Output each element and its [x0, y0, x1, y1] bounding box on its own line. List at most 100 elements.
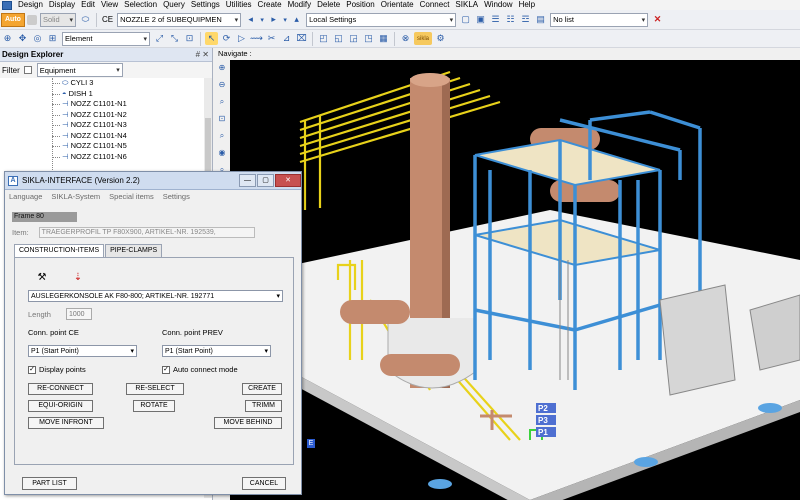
walk-icon[interactable]: ⟿	[250, 32, 263, 45]
view-iso1-icon[interactable]: ◰	[317, 32, 330, 45]
tree-item-nozzle[interactable]: ⊣ NOZZ C1101-N1	[0, 99, 206, 110]
current-element-select[interactable]: NOZZLE 2 of SUBEQUIPMEN ▾	[117, 12, 242, 27]
length-field[interactable]: 1000	[66, 308, 92, 320]
list-icon[interactable]: ☰	[489, 13, 502, 26]
snap-icon[interactable]: ⊞	[46, 32, 59, 45]
save-icon[interactable]: ▣	[474, 13, 487, 26]
menu-design[interactable]: Design	[15, 0, 46, 10]
menu-utilities[interactable]: Utilities	[223, 0, 255, 10]
menu-delete[interactable]: Delete	[314, 0, 343, 10]
view-iso2-icon[interactable]: ◱	[332, 32, 345, 45]
menu-modify[interactable]: Modify	[285, 0, 315, 10]
color-swatch-icon[interactable]	[26, 14, 37, 25]
zoom-fit-icon[interactable]: ⤢	[153, 32, 166, 45]
tree-item-nozzle[interactable]: ⊣ NOZZ C1101-N2	[0, 110, 206, 121]
eye-icon[interactable]: ◉	[216, 148, 228, 160]
menu-settings[interactable]: Settings	[188, 0, 223, 10]
reconnect-button[interactable]: RE-CONNECT	[28, 383, 93, 395]
focus-icon[interactable]: ◎	[31, 32, 44, 45]
menu-sikla-system[interactable]: SIKLA-System	[51, 192, 100, 201]
menu-display[interactable]: Display	[46, 0, 78, 10]
settings-select[interactable]: Local Settings ▾	[306, 12, 457, 27]
zoom-icon[interactable]: ⤡	[168, 32, 181, 45]
list-select[interactable]: No list ▾	[550, 12, 649, 27]
rotate-view-icon[interactable]: ⟳	[220, 32, 233, 45]
maximize-button[interactable]: ▢	[257, 174, 274, 187]
zoom-out-icon[interactable]: ⊖	[216, 80, 228, 92]
tab-construction-items[interactable]: CONSTRUCTION-ITEMS	[14, 244, 105, 257]
list-icon[interactable]: ▤	[534, 13, 547, 26]
minimize-button[interactable]: —	[239, 174, 256, 187]
reselect-button[interactable]: RE-SELECT	[126, 383, 184, 395]
menu-orientate[interactable]: Orientate	[378, 0, 417, 10]
menu-help[interactable]: Help	[516, 0, 538, 10]
menu-connect[interactable]: Connect	[417, 0, 453, 10]
construction-item-select[interactable]: AUSLEGERKONSOLE AK F80-800; ARTIKEL-NR. …	[28, 290, 283, 302]
menu-language[interactable]: Language	[9, 192, 42, 201]
tree-item-dish[interactable]: ◓ DISH 1	[0, 89, 206, 100]
limits-icon[interactable]: ⊡	[183, 32, 196, 45]
forward-arrow-icon[interactable]: ▸	[267, 13, 280, 26]
view-iso3-icon[interactable]: ◲	[347, 32, 360, 45]
menu-position[interactable]: Position	[343, 0, 377, 10]
menu-sikla[interactable]: SIKLA	[452, 0, 481, 10]
create-button[interactable]: CREATE	[242, 383, 282, 395]
move-behind-button[interactable]: MOVE BEHIND	[214, 417, 282, 429]
menu-view[interactable]: View	[98, 0, 121, 10]
search-icon[interactable]: ⌕	[216, 131, 228, 143]
trimm-button[interactable]: TRIMM	[245, 400, 282, 412]
conn-ce-select[interactable]: P1 (Start Point) ▾	[28, 345, 137, 357]
tree-item-nozzle[interactable]: ⊣ NOZZ C1101-N5	[0, 141, 206, 152]
up-arrow-icon[interactable]: ▴	[290, 13, 303, 26]
chevron-down-icon[interactable]: ▾	[282, 13, 288, 26]
menu-dialog-settings[interactable]: Settings	[163, 192, 190, 201]
bracket-tool-icon[interactable]: ⚒	[35, 272, 49, 284]
move-infront-button[interactable]: MOVE INFRONT	[28, 417, 104, 429]
menu-query[interactable]: Query	[160, 0, 188, 10]
measure-icon[interactable]: ⊿	[280, 32, 293, 45]
pan-icon[interactable]: ✥	[16, 32, 29, 45]
back-arrow-icon[interactable]: ◂	[244, 13, 257, 26]
menu-edit[interactable]: Edit	[78, 0, 98, 10]
auto-button[interactable]: Auto	[1, 12, 25, 27]
menu-selection[interactable]: Selection	[121, 0, 160, 10]
tab-pipe-clamps[interactable]: PIPE-CLAMPS	[105, 244, 163, 257]
conn-prev-select[interactable]: P1 (Start Point) ▾	[162, 345, 271, 357]
view-iso4-icon[interactable]: ◳	[362, 32, 375, 45]
auto-connect-checkbox[interactable]: ✓ Auto connect mode	[162, 365, 238, 374]
filter-select[interactable]: Equipment ▾	[36, 63, 123, 77]
tree-item-nozzle[interactable]: ⊣ NOZZ C1101-N3	[0, 120, 206, 131]
close-icon[interactable]: ✕	[651, 13, 664, 26]
part-list-button[interactable]: PART LIST	[22, 477, 77, 490]
section-icon[interactable]: ⌧	[295, 32, 308, 45]
view-top-icon[interactable]: ▦	[377, 32, 390, 45]
zoom-window-icon[interactable]: ⊡	[216, 114, 228, 126]
search-icon[interactable]: ⌕	[216, 97, 228, 109]
list-add-icon[interactable]: ☷	[504, 13, 517, 26]
dialog-titlebar[interactable]: A SIKLA-INTERFACE (Version 2.2) — ▢ ✕	[5, 172, 301, 190]
play-icon[interactable]: ▷	[235, 32, 248, 45]
pointer-icon[interactable]: ↖	[205, 32, 218, 45]
clip-icon[interactable]: ✂	[265, 32, 278, 45]
select-icon[interactable]: ⊕	[1, 32, 14, 45]
list-remove-icon[interactable]: ☲	[519, 13, 532, 26]
render-style-select[interactable]: Solid ▾	[39, 12, 76, 27]
menu-create[interactable]: Create	[255, 0, 285, 10]
filter-checkbox[interactable]	[23, 66, 32, 74]
tree-item-nozzle[interactable]: ⊣ NOZZ C1101-N4	[0, 131, 206, 142]
zoom-in-icon[interactable]: ⊕	[216, 63, 228, 75]
display-points-checkbox[interactable]: ✓ Display points	[28, 365, 86, 374]
element-select[interactable]: Element ▾	[62, 31, 150, 46]
menu-special-items[interactable]: Special items	[109, 192, 154, 201]
menu-window[interactable]: Window	[481, 0, 515, 10]
sikla-logo-icon[interactable]: sikla	[414, 32, 432, 45]
plant-3d-model[interactable]: P2 P3 P1	[230, 60, 800, 500]
tree-item-cyli[interactable]: ⬭ CYLI 3	[0, 78, 206, 89]
close-button[interactable]: ✕	[275, 174, 301, 187]
insert-arrow-icon[interactable]: ⇣	[71, 272, 85, 284]
tree-item-nozzle[interactable]: ⊣ NOZZ C1101-N6	[0, 152, 206, 163]
chevron-down-icon[interactable]: ▾	[259, 13, 265, 26]
rotate-button[interactable]: ROTATE	[133, 400, 175, 412]
cancel-button[interactable]: CANCEL	[242, 477, 286, 490]
cylinder-icon[interactable]: ⬭	[79, 13, 92, 26]
